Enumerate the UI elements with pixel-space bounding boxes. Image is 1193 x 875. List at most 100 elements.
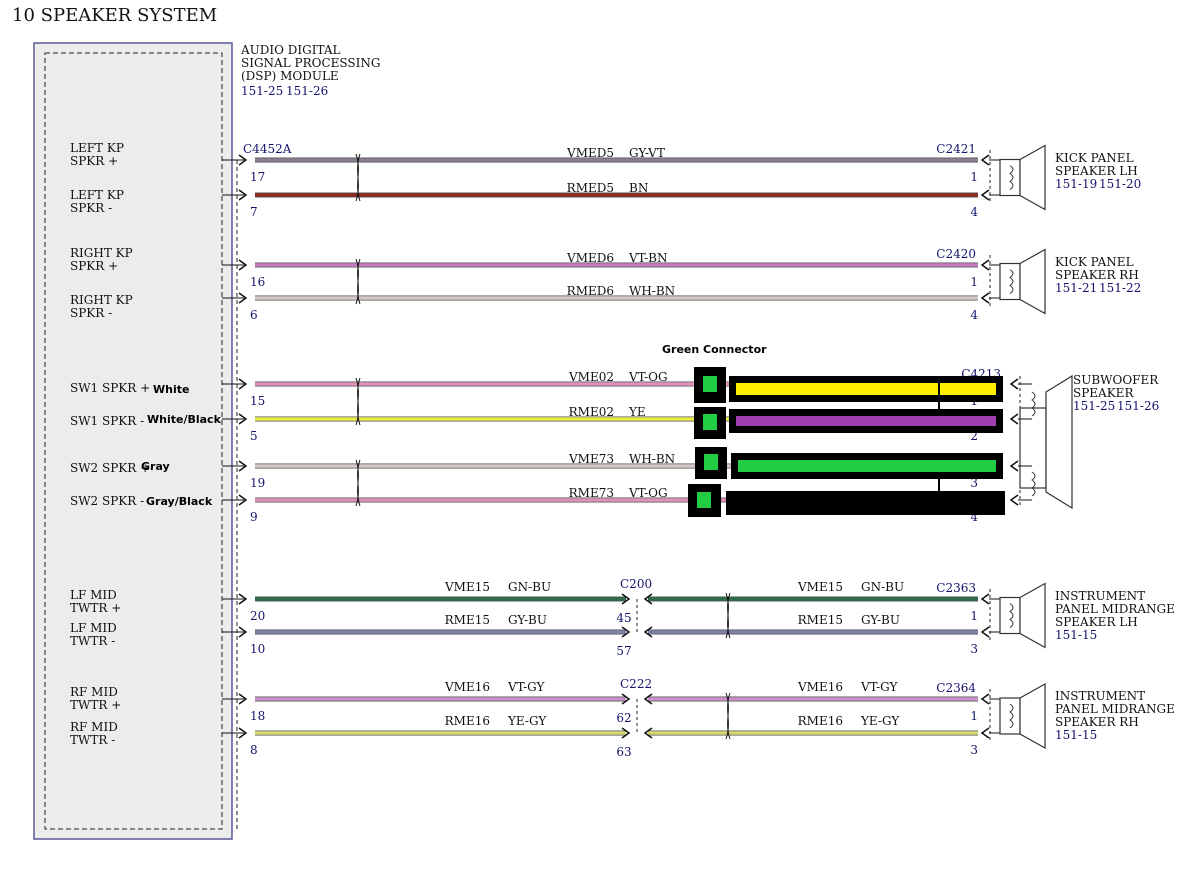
speaker-pin-number: 1 bbox=[970, 709, 978, 723]
speaker-cone bbox=[1019, 144, 1046, 211]
speaker-cone bbox=[1045, 374, 1073, 510]
module-pin-label: SW1 SPKR - bbox=[70, 414, 144, 428]
connector-pin-green bbox=[697, 492, 711, 508]
speaker-magnet bbox=[999, 158, 1021, 197]
circuit-label: RME16 bbox=[798, 714, 843, 728]
module-pin-label: TWTR + bbox=[70, 698, 121, 712]
module-pin-number: 5 bbox=[250, 429, 258, 443]
circuit-label: VME16 bbox=[444, 680, 490, 694]
wire-color-code: VT-BN bbox=[628, 251, 668, 265]
wire-color-code: GY-VT bbox=[629, 146, 665, 160]
inline-pin-number: 57 bbox=[616, 644, 631, 658]
speaker-pin-number: 1 bbox=[970, 609, 978, 623]
speaker-name-line: PANEL MIDRANGE bbox=[1055, 702, 1175, 716]
circuit-label: RMED5 bbox=[567, 181, 614, 195]
speaker-connector-label: C2363 bbox=[936, 581, 976, 595]
speaker-name-line: SPEAKER RH bbox=[1055, 715, 1139, 729]
module-pin-label: TWTR - bbox=[70, 733, 115, 747]
overlay-bar-fill bbox=[736, 383, 996, 395]
speaker-connector-label: C2420 bbox=[936, 247, 976, 261]
module-pin-label: TWTR - bbox=[70, 634, 115, 648]
circuit-label: VMED5 bbox=[566, 146, 614, 160]
annotation-white: White bbox=[153, 383, 189, 396]
speaker-magnet bbox=[999, 697, 1021, 735]
circuit-label: VME02 bbox=[568, 370, 614, 384]
speaker-name-line: PANEL MIDRANGE bbox=[1055, 602, 1175, 616]
wire-color-code: YE bbox=[628, 405, 646, 419]
wire-color-code: YE-GY bbox=[507, 714, 547, 728]
speaker-connector-label: C2421 bbox=[936, 142, 976, 156]
speaker-magnet bbox=[999, 262, 1021, 301]
module-pin-number: 19 bbox=[250, 476, 265, 490]
wire-color-code: WH-BN bbox=[629, 284, 675, 298]
module-pin-number: 20 bbox=[250, 609, 265, 623]
module-pin-label: RF MID bbox=[70, 720, 118, 734]
speaker-ref: 151-21 bbox=[1055, 281, 1097, 295]
speaker-cone bbox=[1019, 248, 1046, 315]
speaker-pin-number: 1 bbox=[970, 275, 978, 289]
module-pin-label: LF MID bbox=[70, 621, 117, 635]
module-box bbox=[33, 42, 233, 840]
overlay-bar-fill bbox=[736, 416, 996, 426]
circuit-label: VME73 bbox=[568, 452, 614, 466]
inline-connector-label: C222 bbox=[620, 677, 652, 691]
speaker-ref: 151-15 bbox=[1055, 728, 1097, 742]
connector-arrow bbox=[980, 626, 990, 638]
circuit-label: VME15 bbox=[444, 580, 490, 594]
module-pin-number: 17 bbox=[250, 170, 265, 184]
circuit-label: RME73 bbox=[569, 486, 614, 500]
circuit-label: VMED6 bbox=[566, 251, 614, 265]
connector-arrow bbox=[980, 259, 990, 271]
module-pin-number: 8 bbox=[250, 743, 258, 757]
overlay-bar-fill bbox=[738, 460, 996, 472]
connector-arrow bbox=[980, 154, 990, 166]
module-pin-number: 7 bbox=[250, 205, 258, 219]
speaker-name-line: SPEAKER LH bbox=[1055, 164, 1138, 178]
speaker-name-line: KICK PANEL bbox=[1055, 151, 1134, 165]
module-pin-label: SPKR - bbox=[70, 306, 112, 320]
wiring-diagram: 10 SPEAKER SYSTEM AUDIO DIGITALSIGNAL PR… bbox=[12, 5, 1175, 840]
module-name-line: (DSP) MODULE bbox=[241, 69, 339, 83]
speaker-pin-number: 3 bbox=[970, 743, 978, 757]
module-pin-label: SPKR + bbox=[70, 154, 118, 168]
module-pin-label: LEFT KP bbox=[70, 188, 124, 202]
circuit-label: VME16 bbox=[797, 680, 843, 694]
wires: VMED5 GY-VT17 1RMED5 BN7 4VMED6 VT-BN16 1RMED6… bbox=[222, 146, 1000, 759]
module-name-line: SIGNAL PROCESSING bbox=[241, 56, 380, 70]
module-pin-label: LF MID bbox=[70, 588, 117, 602]
speakers: C2421KICK PANELSPEAKER LH151-19 151-20C24… bbox=[936, 142, 1175, 750]
wire-color-code: VT-GY bbox=[507, 680, 546, 694]
wire-color-code: GY-BU bbox=[508, 613, 547, 627]
speaker-pin-number: 3 bbox=[970, 642, 978, 656]
annotation-white-black: White/Black bbox=[147, 413, 222, 426]
speaker-ref: 151-19 bbox=[1055, 177, 1097, 191]
connector-arrow bbox=[980, 727, 990, 739]
wire-color-code: GN-BU bbox=[508, 580, 551, 594]
module-pin-number: 9 bbox=[250, 510, 258, 524]
annotation-gray: Gray bbox=[141, 460, 170, 473]
wire-color-code: YE-GY bbox=[860, 714, 900, 728]
speaker-name-line: SPEAKER RH bbox=[1055, 268, 1139, 282]
module-pin-number: 15 bbox=[250, 394, 265, 408]
speaker-magnet bbox=[1019, 407, 1047, 489]
connector-arrow bbox=[980, 292, 990, 304]
speaker-name-line: SPEAKER bbox=[1073, 386, 1134, 400]
module-pin-number: 18 bbox=[250, 709, 265, 723]
circuit-label: RME02 bbox=[569, 405, 614, 419]
speaker-cone bbox=[1019, 582, 1046, 649]
annotation-green-connector: Green Connector bbox=[662, 343, 767, 356]
speaker-name-line: SUBWOOFER bbox=[1073, 373, 1159, 387]
annotation-gray-black: Gray/Black bbox=[146, 495, 213, 508]
speaker-pin-number: 4 bbox=[970, 205, 978, 219]
connector-arrow bbox=[1009, 460, 1019, 472]
connector-arrow bbox=[980, 693, 990, 705]
inline-pin-number: 62 bbox=[616, 711, 631, 725]
speaker-cone bbox=[1019, 682, 1046, 750]
connector-pin-green bbox=[703, 414, 717, 430]
inline-pin-number: 63 bbox=[616, 745, 631, 759]
speaker-name-line: INSTRUMENT bbox=[1055, 689, 1145, 703]
module-pin-label: SPKR + bbox=[70, 259, 118, 273]
inline-pin-number: 45 bbox=[616, 611, 631, 625]
module-pin-number: 10 bbox=[250, 642, 265, 656]
module-ref: 151-25 bbox=[241, 84, 283, 98]
